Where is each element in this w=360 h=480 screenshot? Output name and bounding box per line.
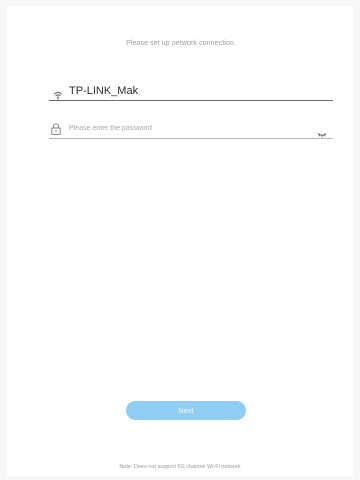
wifi-icon (53, 87, 63, 100)
network-note: Note: Does not support 5G channel Wi-Fi … (119, 464, 241, 470)
ssid-name: TP-LINK_Mak (69, 85, 139, 97)
page-title: Please set up network connection (126, 40, 234, 47)
network-setup-panel: Please set up network connection TP-LINK… (7, 6, 353, 476)
password-input[interactable] (69, 121, 317, 135)
next-button[interactable]: Next (126, 401, 246, 420)
password-field-row (49, 118, 333, 139)
eye-closed-icon[interactable] (317, 125, 327, 138)
ssid-row: TP-LINK_Mak (49, 82, 333, 101)
lock-icon (51, 122, 61, 135)
